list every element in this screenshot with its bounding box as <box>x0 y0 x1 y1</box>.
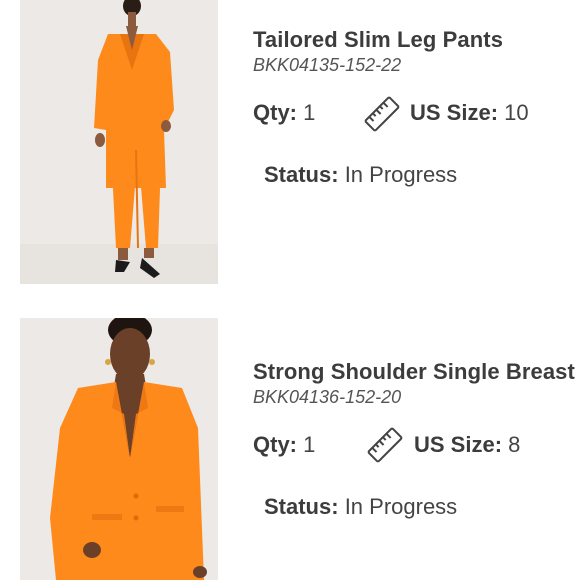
product-photo-full-length <box>20 0 218 284</box>
size-value: 10 <box>504 100 529 125</box>
quantity: Qty: 1 <box>253 432 315 458</box>
size: US Size: 10 <box>410 100 529 126</box>
order-status: Status: In Progress <box>264 162 457 188</box>
size-label: US Size: <box>410 100 499 125</box>
product-photo-closeup <box>20 318 218 580</box>
product-sku: BKK04135-152-22 <box>253 55 402 75</box>
ruler-icon <box>364 96 400 132</box>
order-status: Status: In Progress <box>264 494 457 520</box>
ruler-icon <box>367 427 403 463</box>
product-name[interactable]: Strong Shoulder Single Breast <box>253 359 575 385</box>
size-label: US Size: <box>414 432 503 457</box>
product-name[interactable]: Tailored Slim Leg Pants <box>253 27 503 53</box>
quantity-label: Qty: <box>253 100 297 125</box>
product-sku: BKK04136-152-20 <box>253 387 402 407</box>
quantity-label: Qty: <box>253 432 297 457</box>
quantity-value: 1 <box>303 100 316 125</box>
product-image[interactable] <box>20 0 218 284</box>
order-item[interactable]: Strong Shoulder Single Breast BKK04136-1… <box>0 318 580 580</box>
product-image[interactable] <box>20 318 218 580</box>
quantity: Qty: 1 <box>253 100 315 126</box>
size-value: 8 <box>508 432 521 457</box>
status-label: Status: <box>264 162 339 187</box>
size: US Size: 8 <box>414 432 520 458</box>
quantity-value: 1 <box>303 432 316 457</box>
order-item[interactable]: Tailored Slim Leg Pants BKK04135-152-22 … <box>0 0 580 300</box>
status-label: Status: <box>264 494 339 519</box>
status-value: In Progress <box>344 494 458 519</box>
status-value: In Progress <box>344 162 458 187</box>
